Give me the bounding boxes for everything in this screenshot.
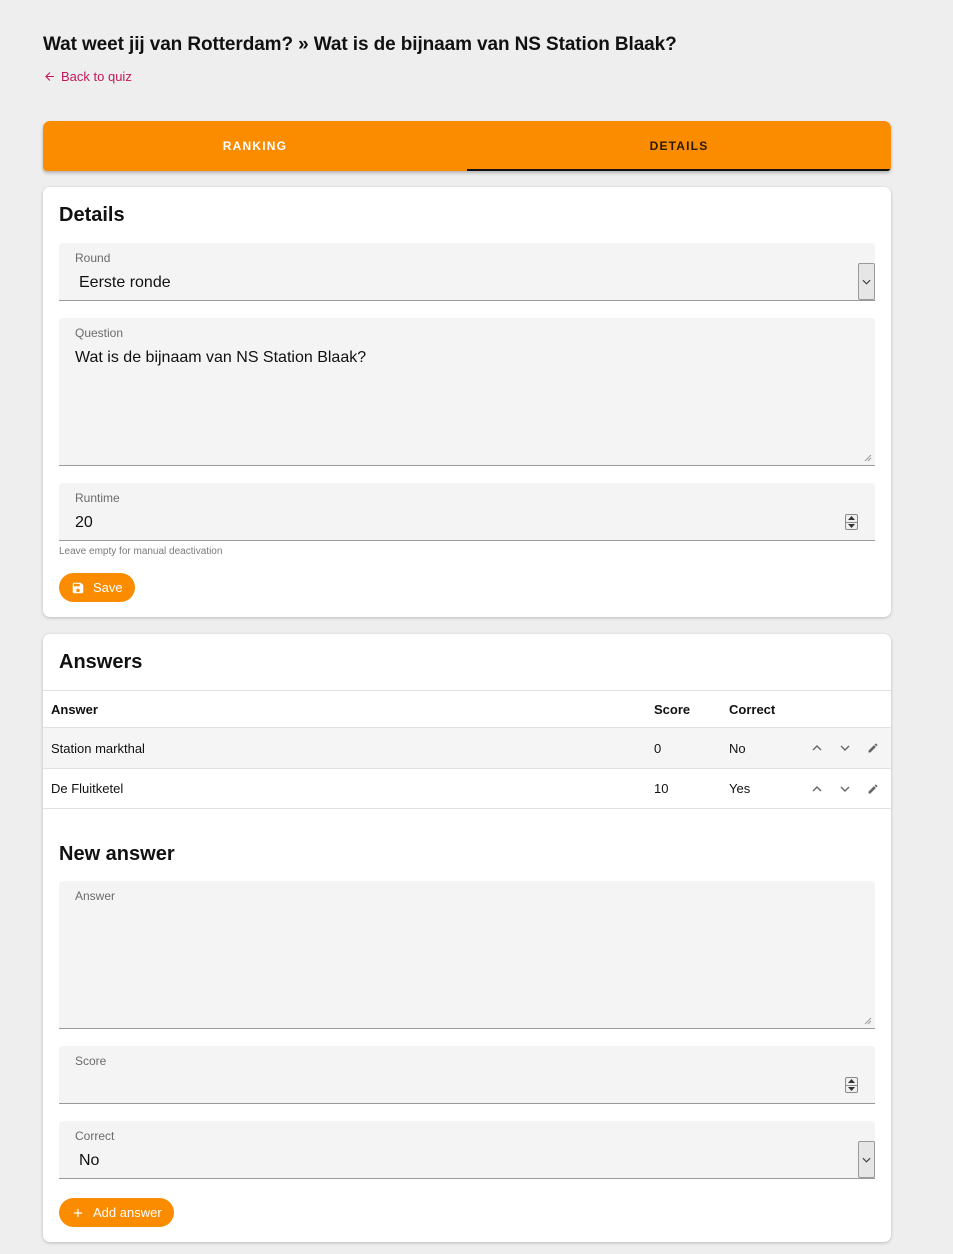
correct-select[interactable]: Correct No [59,1121,875,1179]
score-cell: 10 [654,781,669,796]
details-card: Details Round Eerste ronde Question Wat … [43,187,891,617]
arrow-left-icon [45,72,54,81]
column-header-answer: Answer [51,701,98,717]
move-down-icon[interactable] [836,739,854,757]
edit-pencil-icon[interactable] [864,780,882,798]
correct-dropdown-button[interactable] [858,1141,875,1178]
details-title: Details [59,204,125,226]
question-value: Wat is de bijnaam van NS Station Blaak? [75,349,367,366]
save-label: Save [93,580,123,595]
runtime-label: Runtime [75,491,120,505]
tab-ranking[interactable]: RANKING [43,121,467,171]
move-down-icon[interactable] [836,780,854,798]
runtime-spinner[interactable] [845,514,858,530]
correct-cell: No [729,740,746,756]
page-title: Wat weet jij van Rotterdam? » Wat is de … [43,34,677,55]
chevron-down-icon [862,279,871,285]
back-to-quiz-link[interactable]: Back to quiz [43,69,132,84]
runtime-value: 20 [75,514,93,531]
new-answer-title: New answer [59,843,175,865]
round-dropdown-button[interactable] [858,263,875,300]
runtime-hint: Leave empty for manual deactivation [59,546,223,557]
add-answer-button[interactable]: Add answer [59,1198,174,1227]
row-actions [808,769,882,808]
table-row: De Fluitketel 10 Yes [43,768,891,809]
table-row: Station markthal 0 No [43,727,891,768]
resize-grip-icon[interactable] [864,454,872,462]
score-cell: 0 [654,740,662,756]
runtime-input[interactable]: Runtime 20 [59,483,875,541]
tab-bar: RANKING DETAILS [43,121,891,171]
score-input[interactable]: Score [59,1046,875,1104]
chevron-down-icon [862,1157,871,1163]
column-header-score: Score [654,701,691,717]
correct-value: No [79,1152,100,1169]
move-up-icon[interactable] [808,780,826,798]
save-button[interactable]: Save [59,573,135,602]
column-header-correct: Correct [729,701,776,717]
new-answer-label: Answer [75,889,116,903]
move-up-icon[interactable] [808,739,826,757]
correct-cell: Yes [729,781,751,796]
spinner-down-icon[interactable] [846,1084,857,1093]
edit-pencil-icon[interactable] [864,739,882,757]
correct-label: Correct [75,1129,115,1143]
score-spinner[interactable] [845,1077,858,1093]
row-actions [808,728,882,768]
question-label: Question [75,326,124,340]
round-value: Eerste ronde [79,274,171,291]
add-answer-label: Add answer [93,1205,162,1220]
round-label: Round [75,251,111,265]
answers-card: Answers Answer Score Correct Station mar… [43,634,891,1242]
resize-grip-icon[interactable] [864,1017,872,1025]
answers-table: Answer Score Correct Station markthal 0 … [43,690,891,809]
back-to-quiz-label: Back to quiz [61,69,132,84]
answers-title: Answers [59,651,143,673]
question-textarea[interactable]: Question Wat is de bijnaam van NS Statio… [59,318,875,466]
spinner-down-icon[interactable] [846,521,857,530]
save-icon [72,582,84,593]
new-answer-textarea[interactable]: Answer [59,881,875,1029]
score-label: Score [75,1054,107,1068]
round-select[interactable]: Round Eerste ronde [59,243,875,301]
tab-details[interactable]: DETAILS [467,121,891,171]
plus-icon [73,1208,83,1217]
answer-cell: Station markthal [51,740,145,756]
answer-cell: De Fluitketel [51,781,124,796]
table-header: Answer Score Correct [43,690,891,727]
